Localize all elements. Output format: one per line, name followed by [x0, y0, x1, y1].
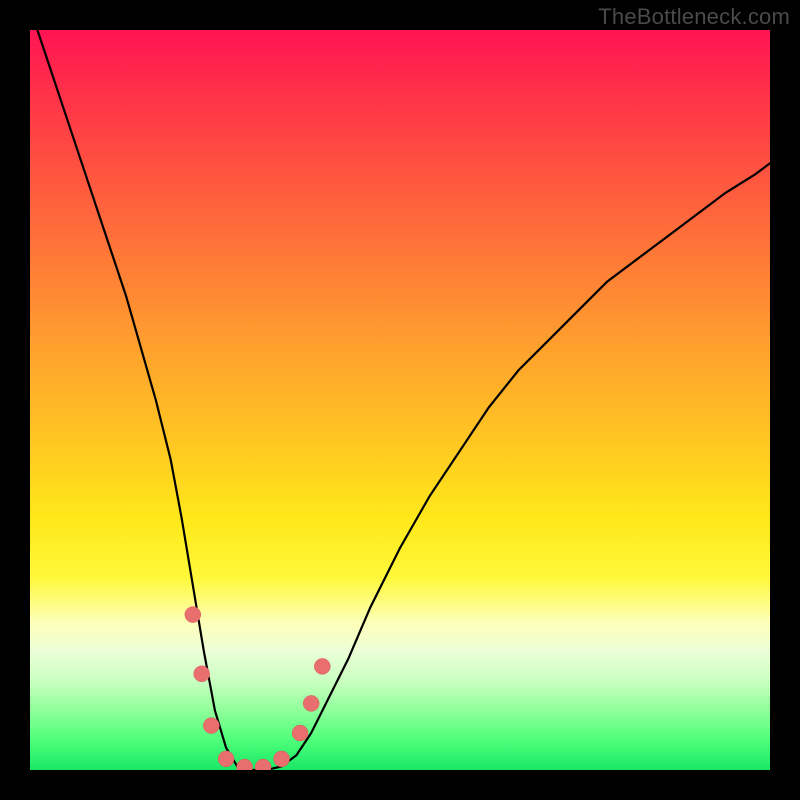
- watermark-text: TheBottleneck.com: [598, 4, 790, 30]
- bottleneck-curve: [37, 30, 770, 770]
- curve-marker: [185, 607, 201, 623]
- curve-marker: [292, 725, 308, 741]
- curve-marker: [255, 759, 271, 770]
- curve-marker: [194, 666, 210, 682]
- plot-area: [30, 30, 770, 770]
- chart-frame: TheBottleneck.com: [0, 0, 800, 800]
- curve-marker: [218, 751, 234, 767]
- curve-marker: [303, 695, 319, 711]
- curve-marker: [203, 718, 219, 734]
- curve-marker: [237, 759, 253, 770]
- curve-layer: [30, 30, 770, 770]
- marker-group: [185, 607, 330, 770]
- curve-marker: [274, 751, 290, 767]
- curve-marker: [314, 658, 330, 674]
